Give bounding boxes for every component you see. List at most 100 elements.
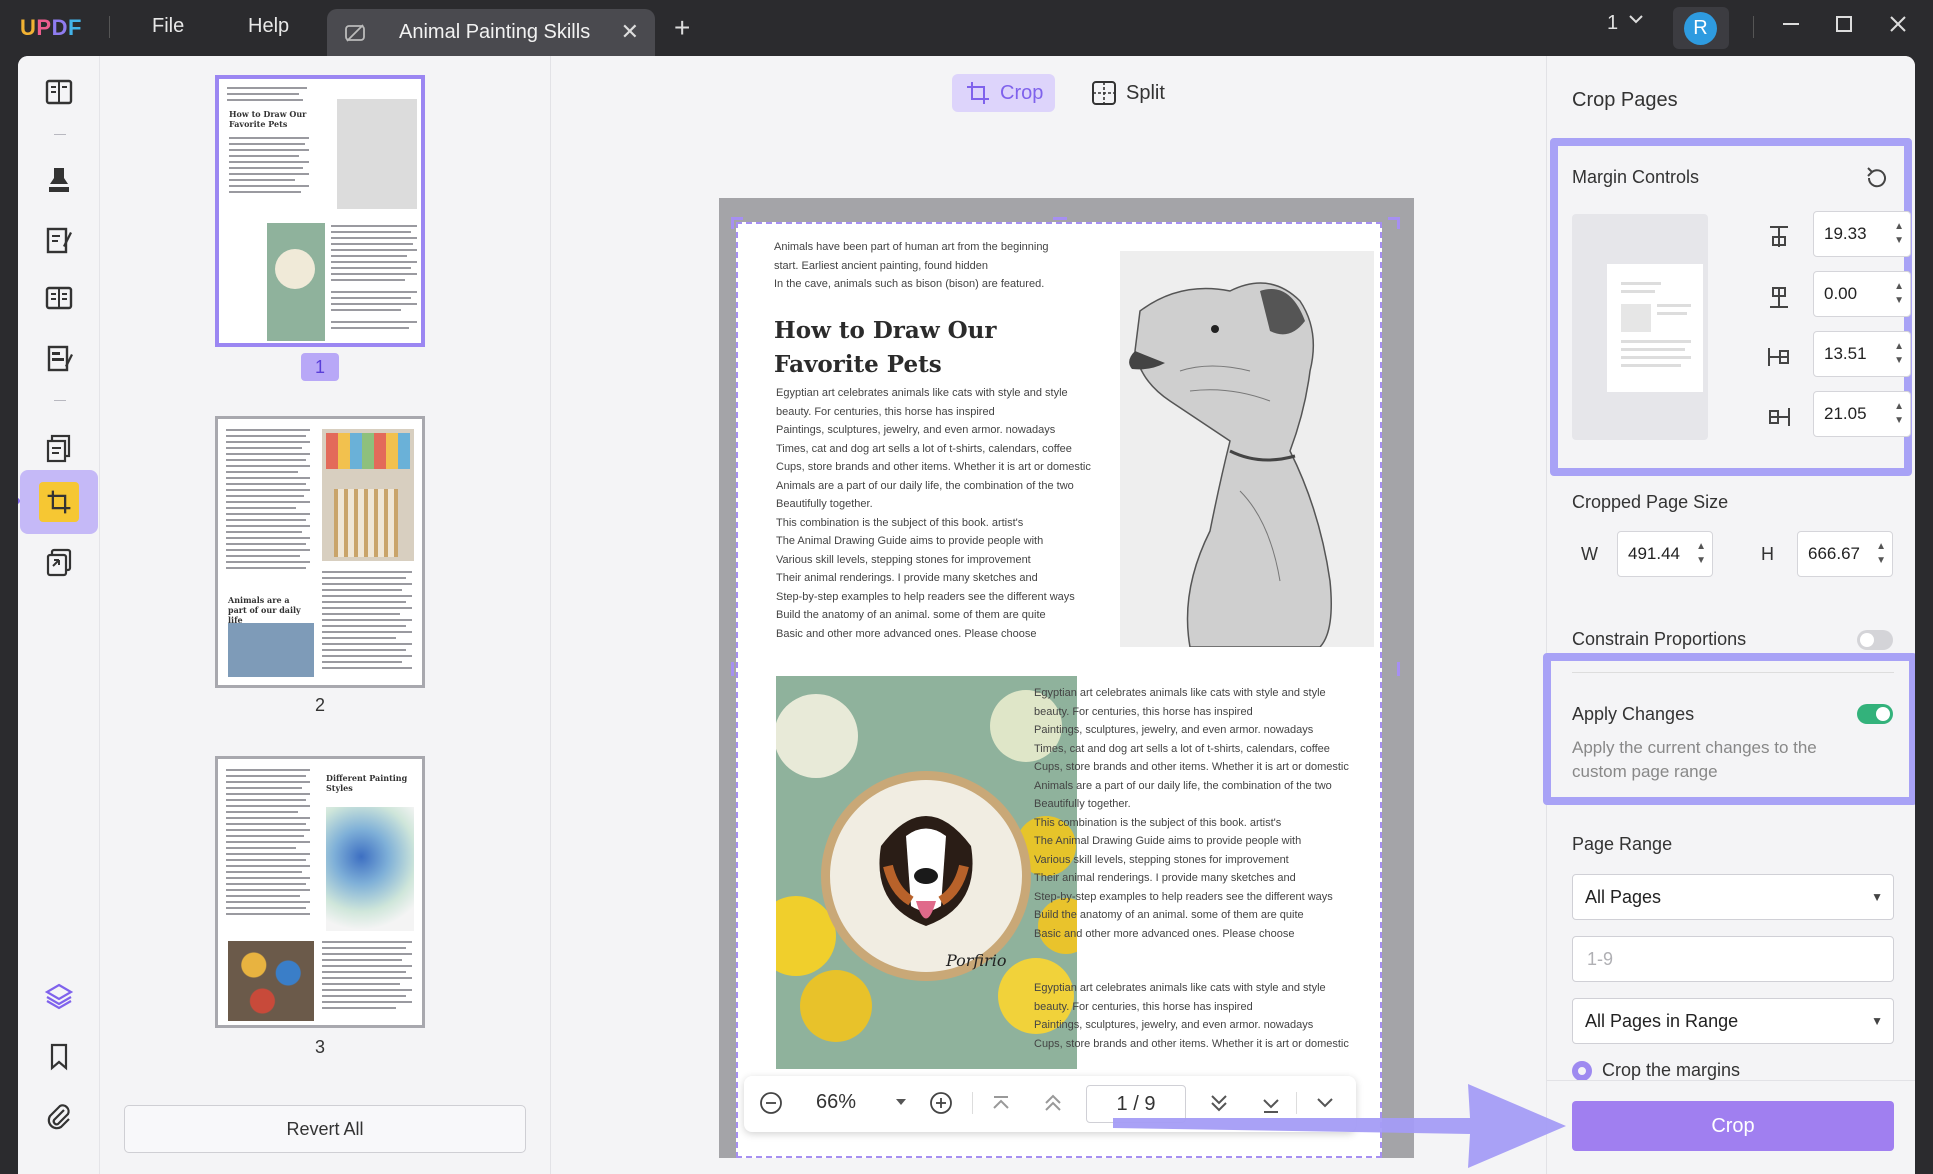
page-frame: Animals have been part of human art from… — [719, 198, 1414, 1158]
height-label: H — [1761, 544, 1774, 564]
split-icon — [1092, 81, 1116, 105]
page-subset-select[interactable]: All Pages in Range ▼ — [1572, 998, 1894, 1044]
zoom-in-icon[interactable] — [928, 1090, 954, 1122]
reset-margins-icon[interactable] — [1863, 164, 1891, 197]
width-label: W — [1581, 544, 1598, 564]
revert-all-button[interactable]: Revert All — [124, 1105, 526, 1153]
page-thumbnail-3[interactable]: Different Painting Styles — [215, 756, 425, 1028]
preview-page — [1607, 264, 1703, 392]
panel-title: Crop Pages — [1572, 89, 1678, 111]
crop-handle-top[interactable] — [1053, 217, 1067, 229]
page-range-select[interactable]: All Pages ▼ — [1572, 874, 1894, 920]
crop-preview — [1572, 214, 1708, 440]
right-margin-icon — [1766, 404, 1792, 430]
zoom-dropdown-icon[interactable] — [894, 1092, 908, 1115]
next-page-icon[interactable] — [1208, 1092, 1230, 1120]
document-tab[interactable]: Animal Painting Skills ✕ — [327, 9, 655, 56]
bottom-margin-input[interactable]: 0.00 ▲ ▼ — [1813, 271, 1911, 317]
reader-icon[interactable] — [37, 70, 81, 114]
height-input[interactable]: 666.67 ▲ ▼ — [1797, 531, 1893, 577]
crop-handle-right[interactable] — [1388, 662, 1400, 676]
convert-icon[interactable] — [37, 540, 81, 584]
crop-icon — [39, 482, 79, 522]
close-window-icon[interactable] — [1888, 14, 1908, 40]
page-count: 1 — [1607, 12, 1619, 34]
page-number-2: 2 — [314, 695, 325, 715]
left-toolbar — [18, 56, 100, 1174]
minimize-icon[interactable] — [1780, 12, 1802, 40]
comment-highlighter-icon[interactable] — [37, 158, 81, 202]
crop-handle-top-left[interactable] — [731, 217, 743, 229]
top-margin-input[interactable]: 19.33 ▲ ▼ — [1813, 211, 1911, 257]
form-fill-icon[interactable] — [37, 336, 81, 380]
tab-title: Animal Painting Skills — [399, 21, 591, 43]
previous-page-icon[interactable] — [1042, 1092, 1064, 1120]
apply-changes-toggle[interactable] — [1857, 704, 1893, 724]
crop-margins-radio[interactable]: Crop the margins — [1572, 1060, 1740, 1082]
cropped-page-size-label: Cropped Page Size — [1572, 492, 1729, 512]
thumbnail-heading: Animals are a part of our daily life — [228, 595, 301, 625]
edit-pdf-icon[interactable] — [37, 218, 81, 262]
pdf-page: Animals have been part of human art from… — [736, 222, 1382, 1158]
divider — [109, 16, 110, 38]
page-number-input[interactable]: 1 / 9 — [1086, 1085, 1186, 1123]
app-logo: UPDF — [20, 15, 82, 40]
first-page-icon[interactable] — [990, 1092, 1012, 1120]
constrain-proportions-label: Constrain Proportions — [1572, 629, 1747, 649]
crop-handle-left[interactable] — [731, 662, 743, 676]
custom-range-input[interactable]: 1-9 — [1572, 936, 1894, 982]
divider — [54, 134, 66, 135]
width-input[interactable]: 491.44 ▲ ▼ — [1617, 531, 1713, 577]
page-number-1: 1 — [301, 353, 339, 381]
body-text-right: Egyptian art celebrates animals like cat… — [1034, 687, 1349, 940]
top-margin-icon — [1766, 224, 1792, 250]
embroidery-text: Porfirio — [945, 951, 1006, 970]
document-canvas: Crop Split Animals have been part of hum… — [552, 56, 1546, 1174]
zoom-out-icon[interactable] — [758, 1090, 784, 1122]
thumbnail-heading: How to Draw Our Favorite Pets — [229, 109, 307, 129]
page-thumbnail-1[interactable]: How to Draw Our Favorite Pets — [215, 75, 425, 347]
bottom-margin-icon — [1766, 284, 1792, 310]
constrain-proportions-toggle[interactable] — [1857, 630, 1893, 650]
page-navigation-bar: 66% 1 / 9 — [744, 1076, 1356, 1132]
divider — [54, 400, 66, 401]
new-tab-icon[interactable]: + — [674, 12, 690, 44]
zoom-level[interactable]: 66% — [816, 1091, 856, 1114]
left-margin-input[interactable]: 13.51 ▲ ▼ — [1813, 331, 1911, 377]
maximize-icon[interactable] — [1834, 14, 1854, 40]
left-margin-icon — [1766, 344, 1792, 370]
crop-icon — [967, 82, 989, 104]
split-mode-button[interactable]: Split — [1078, 74, 1177, 112]
page-range-label: Page Range — [1572, 834, 1673, 854]
page-title: How to Draw Our Favorite Pets — [774, 317, 997, 378]
crop-pages-panel: Crop Pages Margin Controls 19.33 ▲ ▼ 0.0… — [1543, 56, 1915, 1174]
divider — [1296, 1092, 1297, 1114]
crop-mode-button[interactable]: Crop — [952, 74, 1056, 112]
dog-sketch-image — [1120, 251, 1374, 648]
body-text-left: Egyptian art celebrates animals like cat… — [776, 387, 1091, 640]
page-view-icon[interactable] — [37, 276, 81, 320]
page-thumbnail-2[interactable]: Animals are a part of our daily life — [215, 416, 425, 688]
last-page-icon[interactable] — [1260, 1094, 1282, 1122]
layers-icon[interactable] — [37, 974, 81, 1018]
document-tab-icon — [345, 24, 365, 42]
divider — [972, 1092, 973, 1114]
crop-button[interactable]: Crop — [1572, 1101, 1894, 1151]
margin-controls-label: Margin Controls — [1572, 167, 1700, 187]
attachment-icon[interactable] — [37, 1094, 81, 1138]
menu-file[interactable]: File — [152, 15, 184, 38]
crop-handle-top-right[interactable] — [1388, 217, 1400, 229]
organize-pages-icon[interactable] — [37, 426, 81, 470]
menu-help[interactable]: Help — [248, 15, 289, 38]
crop-pages-tool[interactable] — [20, 470, 98, 534]
intro-text: Animals have been part of human art from… — [774, 241, 1049, 290]
close-tab-icon[interactable]: ✕ — [621, 19, 639, 45]
bookmark-icon[interactable] — [37, 1034, 81, 1078]
chevron-down-icon[interactable] — [1627, 10, 1645, 34]
apply-changes-label: Apply Changes — [1572, 704, 1695, 724]
avatar[interactable]: R — [1673, 7, 1729, 49]
right-margin-input[interactable]: 21.05 ▲ ▼ — [1813, 391, 1911, 437]
page-number-3: 3 — [314, 1037, 325, 1057]
collapse-navbar-icon[interactable] — [1314, 1092, 1336, 1120]
thumbnail-heading: Different Painting Styles — [326, 773, 408, 793]
